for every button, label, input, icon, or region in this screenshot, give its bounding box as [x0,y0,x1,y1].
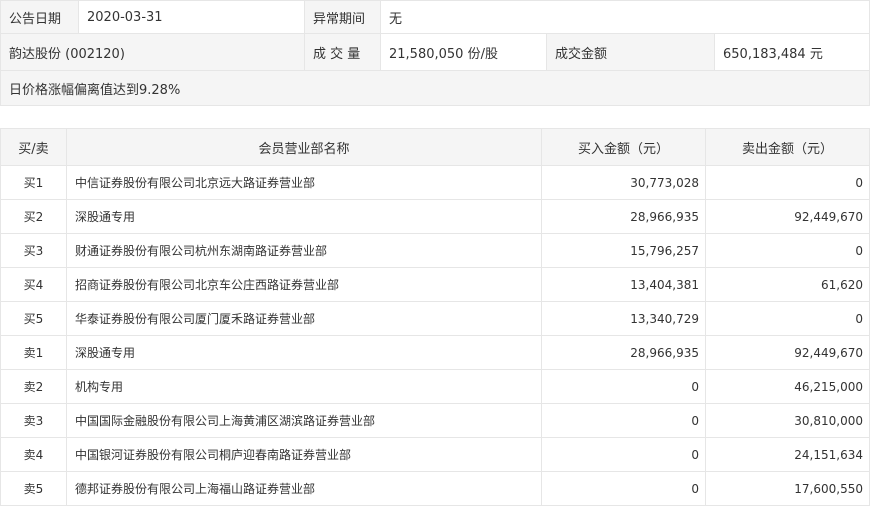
info-row-date: 公告日期 2020-03-31 异常期间 无 [0,0,871,34]
row-buy-amount: 0 [541,369,706,404]
row-side: 买2 [0,199,67,234]
table-row: 买4 招商证券股份有限公司北京车公庄西路证券营业部 13,404,381 61,… [0,267,870,302]
row-sell-amount: 17,600,550 [705,471,870,506]
abnormal-label: 异常期间 [304,0,381,34]
info-row-volume: 韵达股份 (002120) 成 交 量 21,580,050 份/股 成交金额 … [0,33,871,71]
row-member-name: 财通证券股份有限公司杭州东湖南路证券营业部 [66,233,542,268]
row-buy-amount: 0 [541,471,706,506]
table-row: 买5 华泰证券股份有限公司厦门厦禾路证券营业部 13,340,729 0 [0,301,870,336]
row-buy-amount: 0 [541,403,706,438]
date-label: 公告日期 [0,0,79,34]
table-row: 卖1 深股通专用 28,966,935 92,449,670 [0,335,870,370]
volume-label: 成 交 量 [304,33,381,71]
row-side: 买5 [0,301,67,336]
abnormal-value: 无 [379,0,871,34]
date-value: 2020-03-31 [78,0,305,34]
row-sell-amount: 30,810,000 [705,403,870,438]
header-sell-amount: 卖出金额（元） [705,128,870,166]
table-row: 卖3 中国国际金融股份有限公司上海黄浦区湖滨路证券营业部 0 30,810,00… [0,403,870,438]
stock-name: 韵达股份 (002120) [0,33,305,71]
row-member-name: 中信证券股份有限公司北京远大路证券营业部 [66,165,542,200]
table-header-row: 买/卖 会员营业部名称 买入金额（元） 卖出金额（元） [0,128,870,166]
row-sell-amount: 61,620 [705,267,870,302]
header-buy-amount: 买入金额（元） [541,128,706,166]
row-member-name: 深股通专用 [66,199,542,234]
trade-detail-table: 买/卖 会员营业部名称 买入金额（元） 卖出金额（元） 买1 中信证券股份有限公… [0,128,870,506]
row-side: 卖2 [0,369,67,404]
row-member-name: 德邦证券股份有限公司上海福山路证券营业部 [66,471,542,506]
row-buy-amount: 30,773,028 [541,165,706,200]
row-member-name: 机构专用 [66,369,542,404]
row-sell-amount: 0 [705,165,870,200]
row-buy-amount: 13,404,381 [541,267,706,302]
volume-value: 21,580,050 份/股 [380,33,547,71]
row-side: 卖1 [0,335,67,370]
row-member-name: 中国国际金融股份有限公司上海黄浦区湖滨路证券营业部 [66,403,542,438]
header-member-name: 会员营业部名称 [66,128,542,166]
table-row: 卖4 中国银河证券股份有限公司桐庐迎春南路证券营业部 0 24,151,634 [0,437,870,472]
row-buy-amount: 28,966,935 [541,335,706,370]
row-sell-amount: 46,215,000 [705,369,870,404]
row-side: 买3 [0,233,67,268]
row-side: 卖3 [0,403,67,438]
info-row-reason: 日价格涨幅偏离值达到9.28% [0,70,871,106]
row-buy-amount: 13,340,729 [541,301,706,336]
row-side: 卖5 [0,471,67,506]
table-row: 卖5 德邦证券股份有限公司上海福山路证券营业部 0 17,600,550 [0,471,870,506]
table-row: 买1 中信证券股份有限公司北京远大路证券营业部 30,773,028 0 [0,165,870,200]
row-sell-amount: 92,449,670 [705,199,870,234]
row-member-name: 华泰证券股份有限公司厦门厦禾路证券营业部 [66,301,542,336]
row-buy-amount: 15,796,257 [541,233,706,268]
reason-text: 日价格涨幅偏离值达到9.28% [0,70,871,106]
amount-value: 650,183,484 元 [713,33,871,71]
stock-info-table: 公告日期 2020-03-31 异常期间 无 韵达股份 (002120) 成 交… [0,0,871,106]
row-side: 买1 [0,165,67,200]
table-row: 卖2 机构专用 0 46,215,000 [0,369,870,404]
table-row: 买2 深股通专用 28,966,935 92,449,670 [0,199,870,234]
row-side: 卖4 [0,437,67,472]
table-row: 买3 财通证券股份有限公司杭州东湖南路证券营业部 15,796,257 0 [0,233,870,268]
header-side: 买/卖 [0,128,67,166]
row-buy-amount: 0 [541,437,706,472]
row-sell-amount: 92,449,670 [705,335,870,370]
row-member-name: 深股通专用 [66,335,542,370]
row-sell-amount: 0 [705,233,870,268]
row-sell-amount: 0 [705,301,870,336]
amount-label: 成交金额 [546,33,715,71]
row-member-name: 中国银河证券股份有限公司桐庐迎春南路证券营业部 [66,437,542,472]
row-sell-amount: 24,151,634 [705,437,870,472]
row-side: 买4 [0,267,67,302]
row-member-name: 招商证券股份有限公司北京车公庄西路证券营业部 [66,267,542,302]
row-buy-amount: 28,966,935 [541,199,706,234]
